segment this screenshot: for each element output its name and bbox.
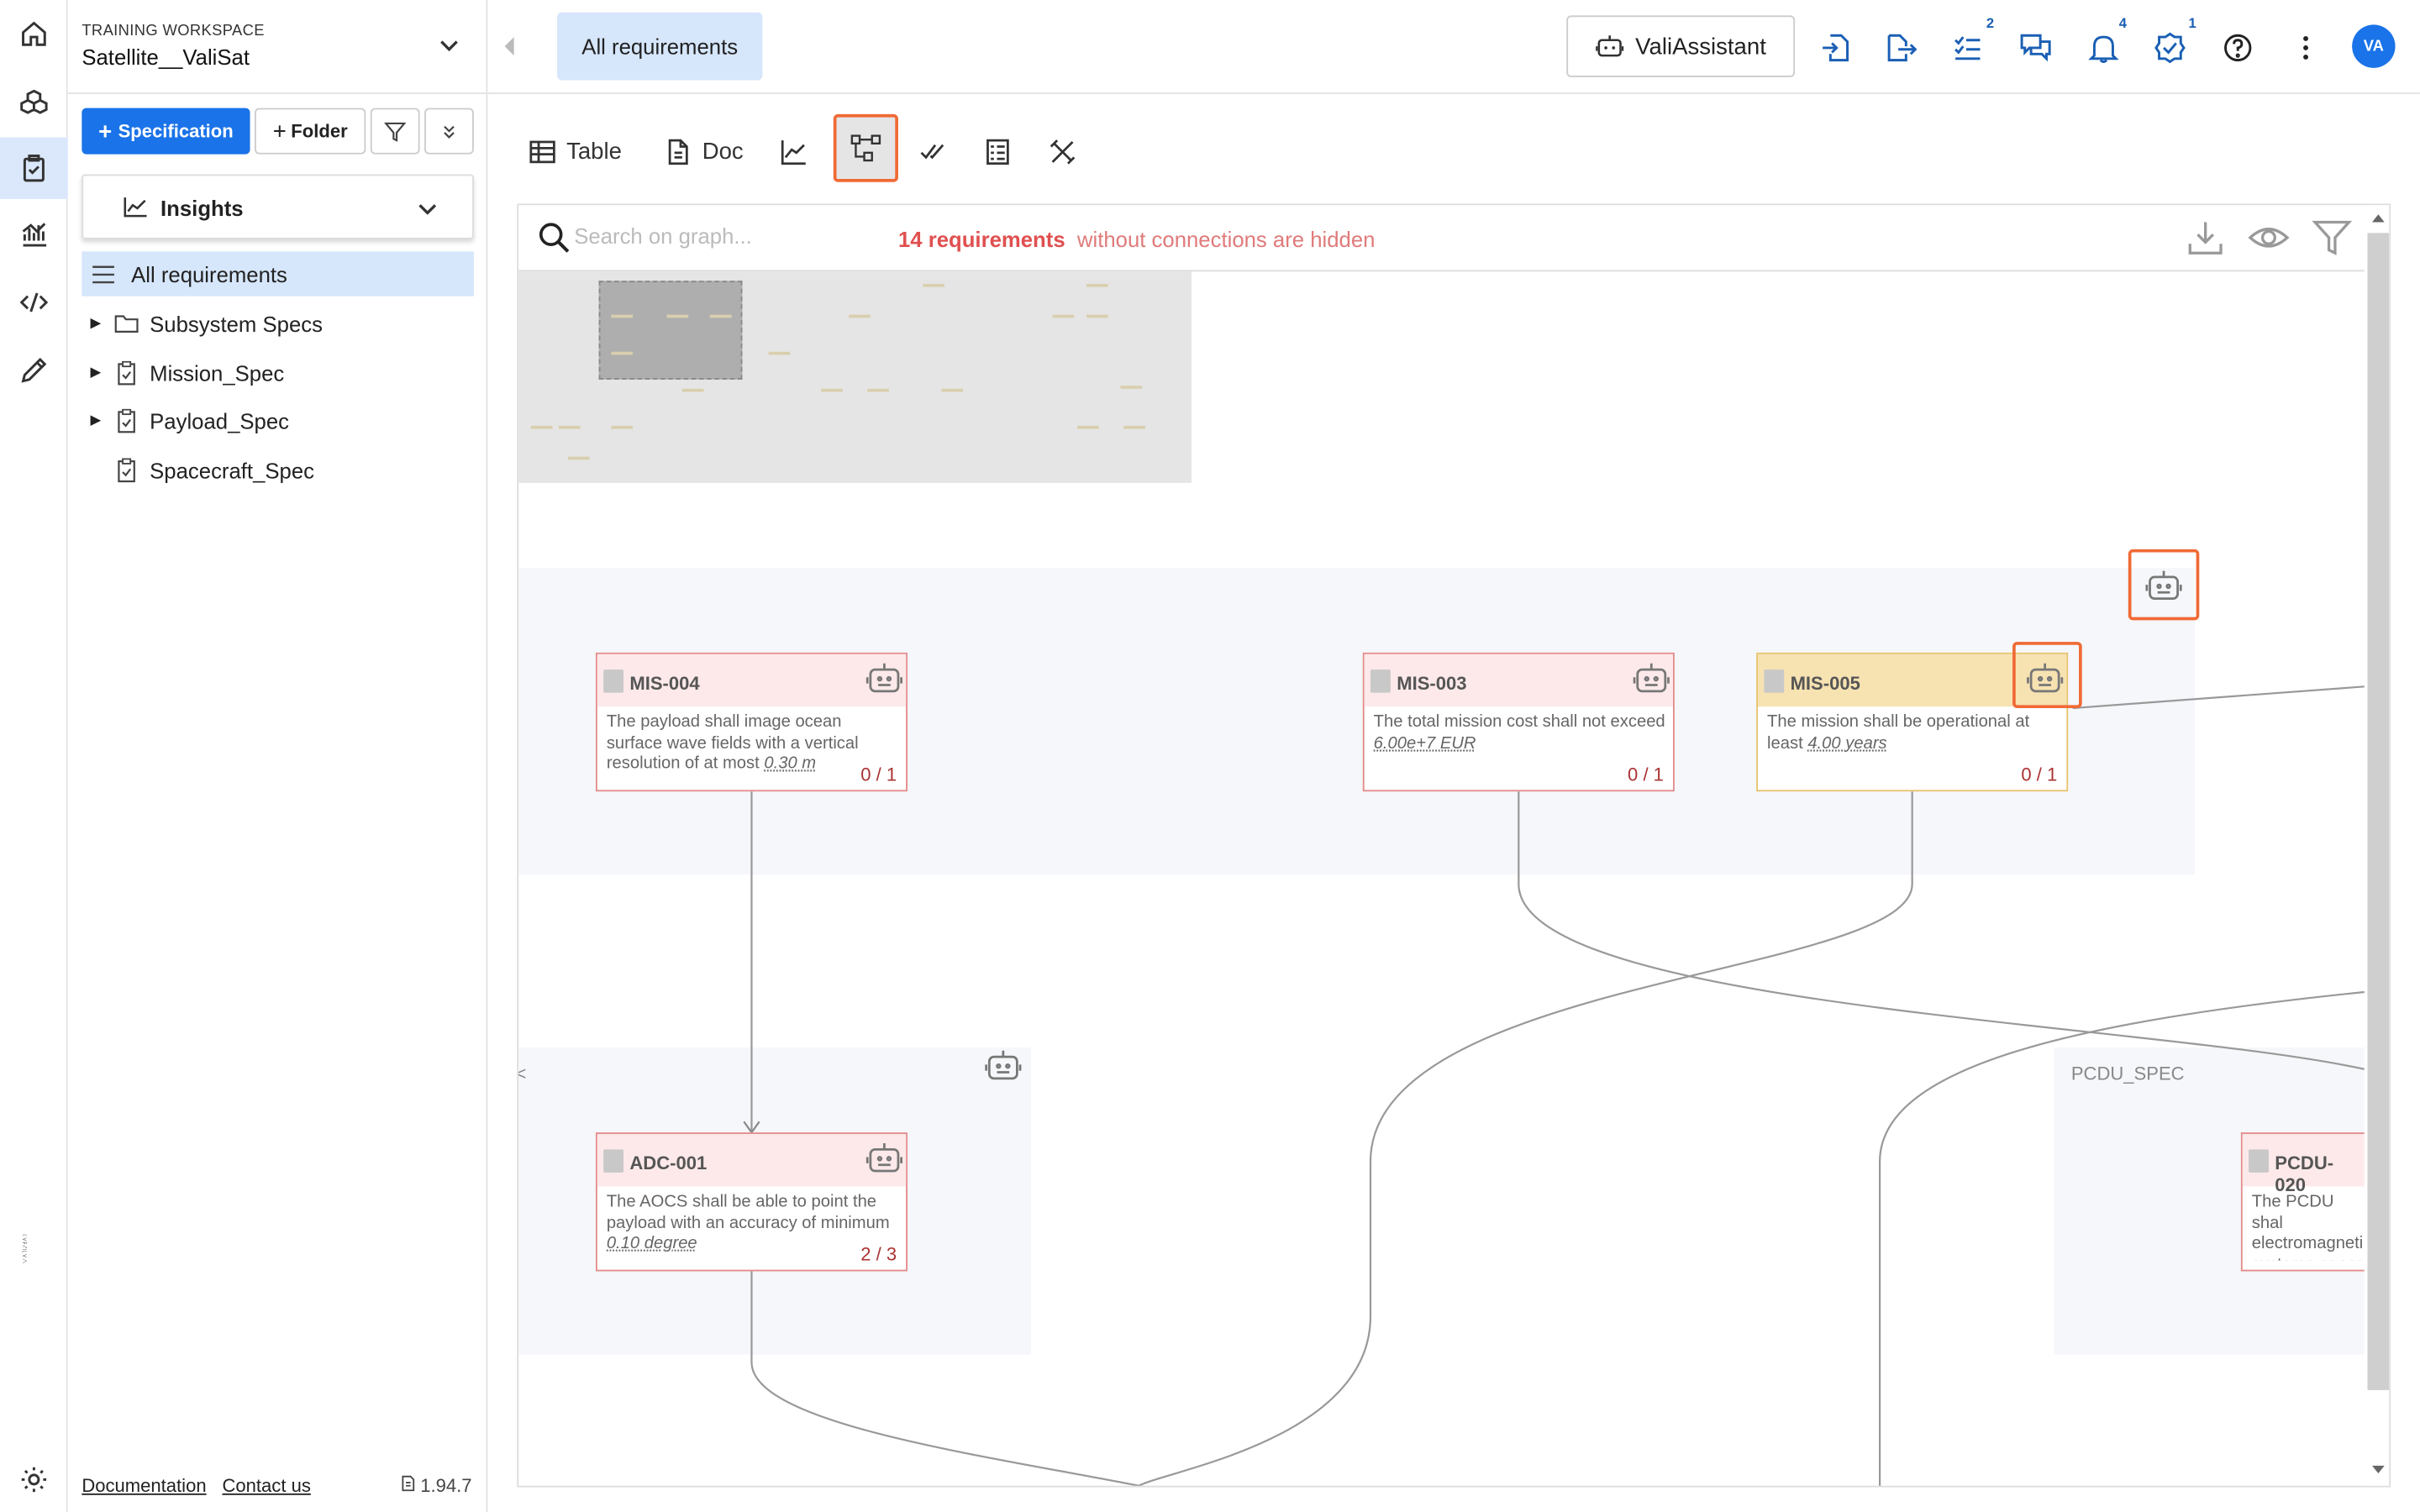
notifications-badge: 4: [2118, 15, 2128, 31]
version-label: 1.94.7: [402, 1475, 472, 1497]
reviews-badge: 1: [2188, 15, 2196, 31]
requirement-node-mis-003[interactable]: MIS-003 The total mission cost shall not…: [1362, 652, 1675, 792]
highlight-marker: [2128, 549, 2200, 621]
checklist-view-button[interactable]: [985, 123, 1011, 179]
robot-icon[interactable]: [865, 1142, 903, 1175]
verification-count: 0 / 1: [1628, 764, 1664, 785]
filter-icon: [384, 122, 407, 142]
chart-line-icon: [781, 139, 806, 165]
expand-triangle-icon[interactable]: ▶: [82, 315, 109, 332]
documentation-link[interactable]: Documentation: [82, 1475, 206, 1497]
tree-item-payload-spec[interactable]: ▶ Payload_Spec: [82, 398, 474, 443]
verification-view-button[interactable]: [920, 123, 946, 179]
robot-icon[interactable]: [1633, 662, 1670, 696]
chart-view-button[interactable]: [781, 123, 807, 179]
collapse-all-button[interactable]: [424, 108, 474, 155]
requirement-node-mis-004[interactable]: MIS-004 The payload shall image ocean su…: [595, 652, 908, 792]
folder-icon: [109, 313, 143, 333]
more-options-icon[interactable]: [2289, 31, 2323, 65]
vali-assistant-button[interactable]: ValiAssistant: [1566, 15, 1796, 77]
requirement-doc-icon: [2249, 1149, 2269, 1173]
verification-count: 2 / 3: [860, 1243, 897, 1266]
chart-line-icon: [124, 197, 147, 218]
plus-icon: +: [272, 118, 287, 144]
user-avatar[interactable]: VA: [2352, 24, 2396, 68]
chevron-down-icon: [418, 204, 437, 215]
verification-count: 0 / 1: [2021, 764, 2058, 785]
sidebar: TRAINING WORKSPACE Satellite__ValiSat + …: [67, 0, 488, 1512]
table-view-button[interactable]: Table: [529, 123, 622, 179]
insights-panel[interactable]: Insights: [82, 174, 474, 239]
settings-gear-icon[interactable]: [0, 1449, 68, 1510]
highlight-marker: [2012, 642, 2082, 709]
graph-scrollbar-thumb[interactable]: [2367, 233, 2390, 1390]
list-icon: [82, 265, 124, 283]
reviews-check-icon[interactable]: [2153, 31, 2186, 65]
tab-all-requirements[interactable]: All requirements: [557, 12, 763, 81]
workspace-label: TRAINING WORKSPACE: [82, 23, 265, 40]
tasks-list-icon[interactable]: [1951, 31, 1985, 65]
table-icon: [529, 139, 555, 163]
analytics-icon[interactable]: [0, 203, 68, 265]
chevron-down-icon[interactable]: [439, 39, 460, 54]
scroll-down-icon[interactable]: [2370, 1464, 2386, 1477]
specification-icon: [109, 457, 143, 482]
tools-view-button[interactable]: [1050, 123, 1076, 179]
document-icon: [668, 138, 688, 165]
collapse-sidebar-icon[interactable]: [502, 35, 517, 57]
notifications-bell-icon[interactable]: [2086, 31, 2120, 65]
graph-nodes-icon: [850, 134, 881, 162]
scroll-up-icon[interactable]: [2370, 212, 2386, 224]
graph-view-button[interactable]: [833, 113, 898, 182]
requirements-icon[interactable]: [0, 137, 68, 199]
tools-icon: [1050, 139, 1076, 164]
tree-item-subsystem-specs[interactable]: ▶ Subsystem Specs: [82, 301, 474, 345]
help-icon[interactable]: [2221, 31, 2254, 65]
expand-triangle-icon[interactable]: ▶: [82, 364, 109, 381]
requirement-node-adc-001[interactable]: ADC-001 The AOCS shall be able to point …: [595, 1132, 908, 1272]
tree-item-mission-spec[interactable]: ▶ Mission_Spec: [82, 350, 474, 395]
graph-edges: [743, 685, 2365, 1486]
insights-label: Insights: [160, 196, 244, 221]
group-robot-icon[interactable]: [985, 1049, 1022, 1083]
robot-icon[interactable]: [865, 662, 903, 696]
pencil-icon[interactable]: [0, 339, 68, 401]
import-icon[interactable]: [1818, 31, 1852, 65]
specification-icon: [109, 360, 143, 385]
top-bar: All requirements ValiAssistant 2 4 1 VA: [487, 0, 2420, 95]
robot-icon: [1595, 35, 1623, 57]
valispace-logo-icon: [22, 1234, 28, 1263]
expand-triangle-icon[interactable]: ▶: [82, 412, 109, 428]
tree-item-spacecraft-spec[interactable]: Spacecraft_Spec: [82, 448, 474, 492]
export-icon[interactable]: [1885, 31, 1918, 65]
requirement-doc-icon: [1764, 669, 1785, 693]
divider: [67, 92, 488, 95]
workspace-name[interactable]: Satellite__ValiSat: [82, 45, 250, 69]
requirements-graph[interactable]: Search on graph... 14 requirements witho…: [517, 203, 2391, 1488]
double-check-icon: [920, 143, 944, 159]
doc-view-button[interactable]: Doc: [666, 123, 744, 179]
verification-count: 0 / 1: [860, 764, 897, 785]
plus-icon: +: [98, 118, 113, 144]
requirement-doc-icon: [1370, 669, 1391, 693]
tasks-badge: 2: [1986, 15, 1995, 31]
requirement-doc-icon: [603, 669, 624, 693]
components-icon[interactable]: [0, 71, 68, 132]
tree-item-all-requirements[interactable]: All requirements: [82, 251, 474, 297]
checklist-icon: [986, 138, 1009, 165]
double-chevron-down-icon: [444, 125, 455, 139]
home-icon[interactable]: [0, 3, 68, 65]
nav-rail: [0, 0, 68, 1512]
specification-icon: [109, 407, 143, 433]
discussions-icon[interactable]: [2018, 31, 2052, 65]
document-icon: [402, 1475, 415, 1492]
filter-button[interactable]: [370, 108, 420, 155]
requirement-node-pcdu-020[interactable]: PCDU-020 The PCDU shal electromagneti sy…: [2240, 1132, 2365, 1272]
add-folder-button[interactable]: + Folder: [255, 108, 366, 155]
requirement-doc-icon: [603, 1149, 624, 1173]
add-specification-button[interactable]: + Specification: [82, 108, 250, 155]
contact-us-link[interactable]: Contact us: [222, 1475, 310, 1497]
code-icon[interactable]: [0, 271, 68, 333]
